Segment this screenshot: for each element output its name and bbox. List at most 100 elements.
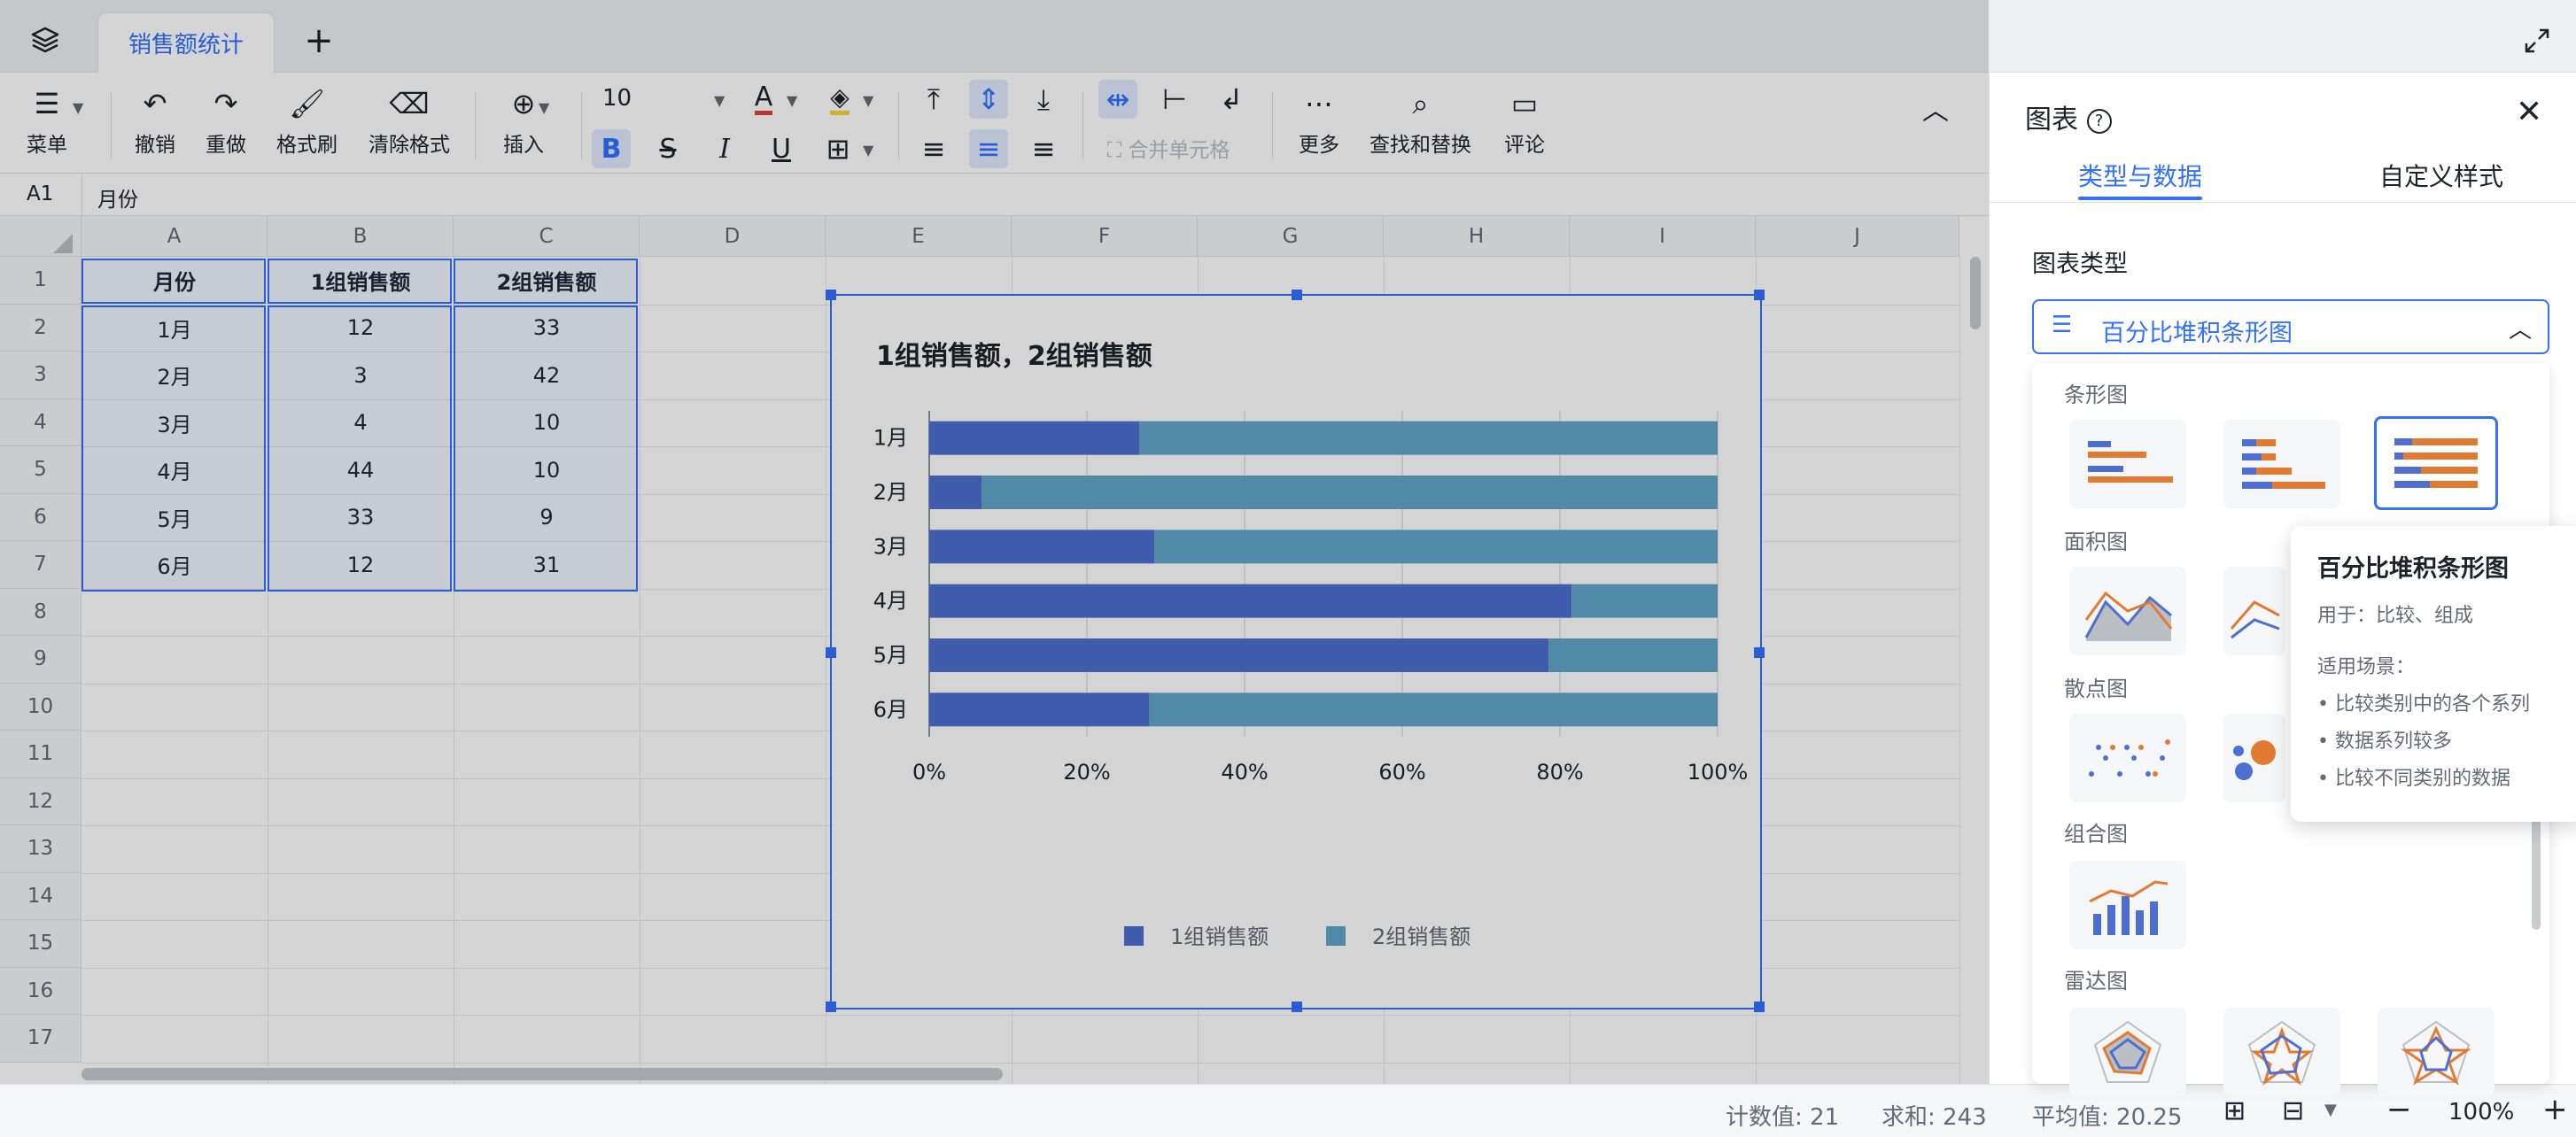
merge-cells-button[interactable]: ⛶ 合并单元格 (1107, 133, 1230, 163)
column-header[interactable]: D (640, 216, 826, 257)
column-header[interactable]: E (826, 216, 1012, 257)
underline-button[interactable]: U (762, 129, 801, 168)
column-header[interactable]: F (1012, 216, 1198, 257)
fill-color-icon[interactable]: ◈ (820, 80, 859, 119)
vertical-scrollbar[interactable] (1970, 257, 1981, 329)
resize-handle[interactable] (826, 647, 836, 658)
chart-type-radar-filled[interactable] (2378, 1008, 2495, 1096)
resize-handle[interactable] (826, 290, 836, 300)
redo-icon: ↷ (213, 87, 238, 120)
row-header[interactable]: 7 (0, 541, 81, 589)
row-header[interactable]: 17 (0, 1015, 81, 1063)
horizontal-scrollbar[interactable] (81, 1068, 1003, 1080)
chart-type-percent-stacked-bar[interactable] (2374, 416, 2498, 510)
redo-button[interactable]: ↷ 重做 (206, 85, 246, 158)
chart-type-combo[interactable] (2069, 861, 2186, 949)
expand-icon[interactable] (2523, 27, 2551, 55)
help-icon[interactable]: ? (2086, 108, 2112, 134)
grid-view-icon[interactable]: ⊞ (2223, 1095, 2246, 1126)
row-header[interactable]: 5 (0, 446, 81, 494)
wrap-clip-icon[interactable]: ⊢ (1155, 80, 1194, 119)
column-header[interactable]: I (1570, 216, 1756, 257)
chart-type-area[interactable] (2069, 567, 2186, 655)
close-icon[interactable]: ✕ (2516, 94, 2542, 130)
italic-button[interactable]: I (705, 129, 744, 168)
align-middle-icon[interactable]: ⇕ (969, 80, 1008, 119)
column-header[interactable]: B (268, 216, 454, 257)
column-header[interactable]: A (81, 216, 268, 257)
resize-handle[interactable] (826, 1002, 836, 1012)
row-header[interactable]: 12 (0, 777, 81, 825)
row-header[interactable]: 8 (0, 588, 81, 636)
undo-button[interactable]: ↶ 撤销 (135, 85, 175, 158)
chart-type-stacked-area[interactable] (2223, 567, 2285, 655)
clear-format-button[interactable]: ⌫ 清除格式 (369, 85, 450, 158)
plus-circle-icon: ⊕ (511, 87, 536, 120)
chart-type-radar[interactable] (2069, 1008, 2186, 1096)
resize-handle[interactable] (1754, 647, 1765, 658)
tab-custom-style[interactable]: 自定义样式 (2379, 158, 2503, 193)
column-header[interactable]: G (1198, 216, 1384, 257)
row-header[interactable]: 1 (0, 257, 81, 305)
formula-input[interactable]: 月份 (97, 182, 138, 213)
find-replace-button[interactable]: ⌕ 查找和替换 (1369, 85, 1471, 158)
row-header[interactable]: 9 (0, 636, 81, 684)
resize-handle[interactable] (1754, 290, 1765, 300)
layers-icon[interactable] (30, 25, 60, 55)
chart-type-radar-star[interactable] (2223, 1008, 2340, 1096)
insert-button[interactable]: ⊕ 插入 (503, 85, 544, 158)
comment-button[interactable]: ▭ 评论 (1504, 85, 1545, 158)
select-all-corner[interactable] (0, 216, 81, 257)
zoom-out-icon[interactable]: − (2386, 1092, 2412, 1127)
row-header[interactable]: 15 (0, 920, 81, 968)
row-header[interactable]: 2 (0, 304, 81, 352)
strikethrough-button[interactable]: S (648, 129, 687, 168)
column-header[interactable]: H (1384, 216, 1570, 257)
align-bottom-icon[interactable]: ⤓ (1024, 80, 1063, 119)
tab-type-and-data[interactable]: 类型与数据 (2078, 158, 2202, 193)
font-size-select[interactable]: 10 (602, 85, 632, 112)
more-button[interactable]: ⋯ 更多 (1299, 85, 1339, 158)
resize-handle[interactable] (1754, 1002, 1765, 1012)
text-color-icon[interactable]: A (744, 80, 783, 119)
menu-button[interactable]: ☰ 菜单 (27, 85, 67, 158)
column-header[interactable]: J (1756, 216, 1959, 257)
chart-container[interactable]: 1组销售额，2组销售额 1月 2月 3月 4月 5月 6月 0% 20% 40% 60% 80% 10… (826, 290, 1765, 1012)
align-top-icon[interactable]: ⤒ (914, 80, 953, 119)
chart-type-scatter[interactable] (2069, 714, 2186, 802)
resize-handle[interactable] (1292, 1002, 1302, 1012)
row-header[interactable]: 4 (0, 398, 81, 446)
format-painter-button[interactable]: 🖌 格式刷 (276, 85, 338, 158)
chevron-down-icon[interactable]: ▼ (2324, 1101, 2337, 1119)
bar-segment (929, 421, 1140, 455)
tab-sales-stats[interactable]: 销售额统计 (97, 12, 275, 73)
x-tick-label: 0% (912, 760, 946, 785)
add-tab-icon[interactable]: + (301, 19, 337, 62)
bold-button[interactable]: B (592, 129, 631, 168)
column-header[interactable]: C (454, 216, 640, 257)
row-header[interactable]: 6 (0, 493, 81, 541)
row-header[interactable]: 11 (0, 731, 81, 778)
align-right-icon[interactable]: ≡ (1024, 129, 1063, 168)
row-header[interactable]: 10 (0, 683, 81, 731)
border-icon[interactable]: ⊞ (819, 129, 857, 168)
chart-type-stacked-bar[interactable] (2223, 420, 2340, 508)
zoom-level[interactable]: 100% (2448, 1099, 2514, 1125)
wrap-text-icon[interactable]: ↲ (1212, 80, 1251, 119)
chevron-down-icon: ▼ (539, 99, 550, 116)
collapse-toolbar-icon[interactable]: ︿ (1922, 89, 1949, 128)
chart-type-clustered-bar[interactable] (2069, 420, 2186, 508)
chart-type-select[interactable]: ☰ 百分比堆积条形图 ︿ (2032, 299, 2549, 354)
row-header[interactable]: 14 (0, 872, 81, 920)
freeze-icon[interactable]: ⊟ (2282, 1095, 2304, 1126)
row-header[interactable]: 13 (0, 825, 81, 873)
resize-handle[interactable] (1292, 290, 1302, 300)
row-header[interactable]: 3 (0, 352, 81, 399)
align-center-icon[interactable]: ≡ (969, 129, 1008, 168)
wrap-overflow-icon[interactable]: ⇹ (1098, 80, 1137, 119)
zoom-in-icon[interactable]: + (2542, 1092, 2568, 1127)
cell-reference[interactable]: A1 (27, 182, 53, 205)
row-header[interactable]: 16 (0, 967, 81, 1015)
align-left-icon[interactable]: ≡ (914, 129, 953, 168)
chart-type-bubble[interactable] (2223, 714, 2285, 802)
